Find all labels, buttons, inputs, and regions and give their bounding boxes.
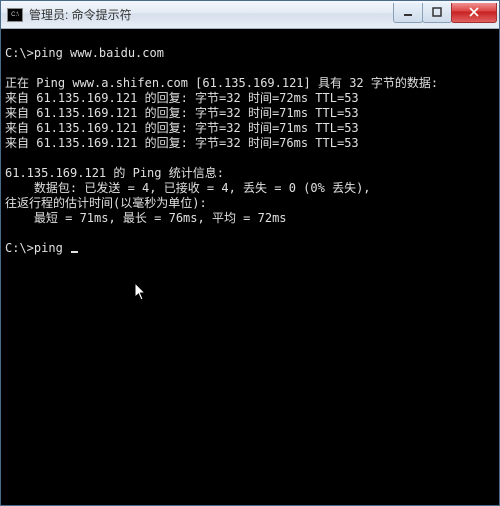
prompt-line: C:\>ping (5, 241, 78, 255)
output-line: 来自 61.135.169.121 的回复: 字节=32 时间=71ms TTL… (5, 106, 359, 120)
terminal-output[interactable]: C:\>ping www.baidu.com 正在 Ping www.a.shi… (1, 29, 499, 505)
output-line: 来自 61.135.169.121 的回复: 字节=32 时间=76ms TTL… (5, 136, 359, 150)
text-cursor (71, 251, 78, 253)
titlebar[interactable]: C:\ 管理员: 命令提示符 (1, 1, 499, 29)
minimize-icon (403, 7, 413, 17)
window-title: 管理员: 命令提示符 (29, 6, 394, 23)
command-prompt-window: C:\ 管理员: 命令提示符 C:\>ping www.baidu.com 正在… (0, 0, 500, 506)
output-line: 来自 61.135.169.121 的回复: 字节=32 时间=71ms TTL… (5, 121, 359, 135)
close-button[interactable] (451, 3, 497, 23)
minimize-button[interactable] (393, 3, 423, 23)
prompt-line: C:\>ping www.baidu.com (5, 46, 164, 60)
window-controls (394, 3, 497, 23)
close-icon (469, 7, 479, 17)
maximize-button[interactable] (422, 3, 452, 23)
output-line: 数据包: 已发送 = 4, 已接收 = 4, 丢失 = 0 (0% 丢失), (5, 181, 371, 195)
output-line: 往返行程的估计时间(以毫秒为单位): (5, 196, 207, 210)
output-line: 来自 61.135.169.121 的回复: 字节=32 时间=72ms TTL… (5, 91, 359, 105)
output-line: 61.135.169.121 的 Ping 统计信息: (5, 166, 224, 180)
maximize-icon (432, 7, 442, 17)
cmd-icon: C:\ (7, 8, 23, 22)
output-line: 正在 Ping www.a.shifen.com [61.135.169.121… (5, 76, 438, 90)
output-line: 最短 = 71ms, 最长 = 76ms, 平均 = 72ms (5, 211, 287, 225)
mouse-cursor-icon (91, 267, 148, 321)
